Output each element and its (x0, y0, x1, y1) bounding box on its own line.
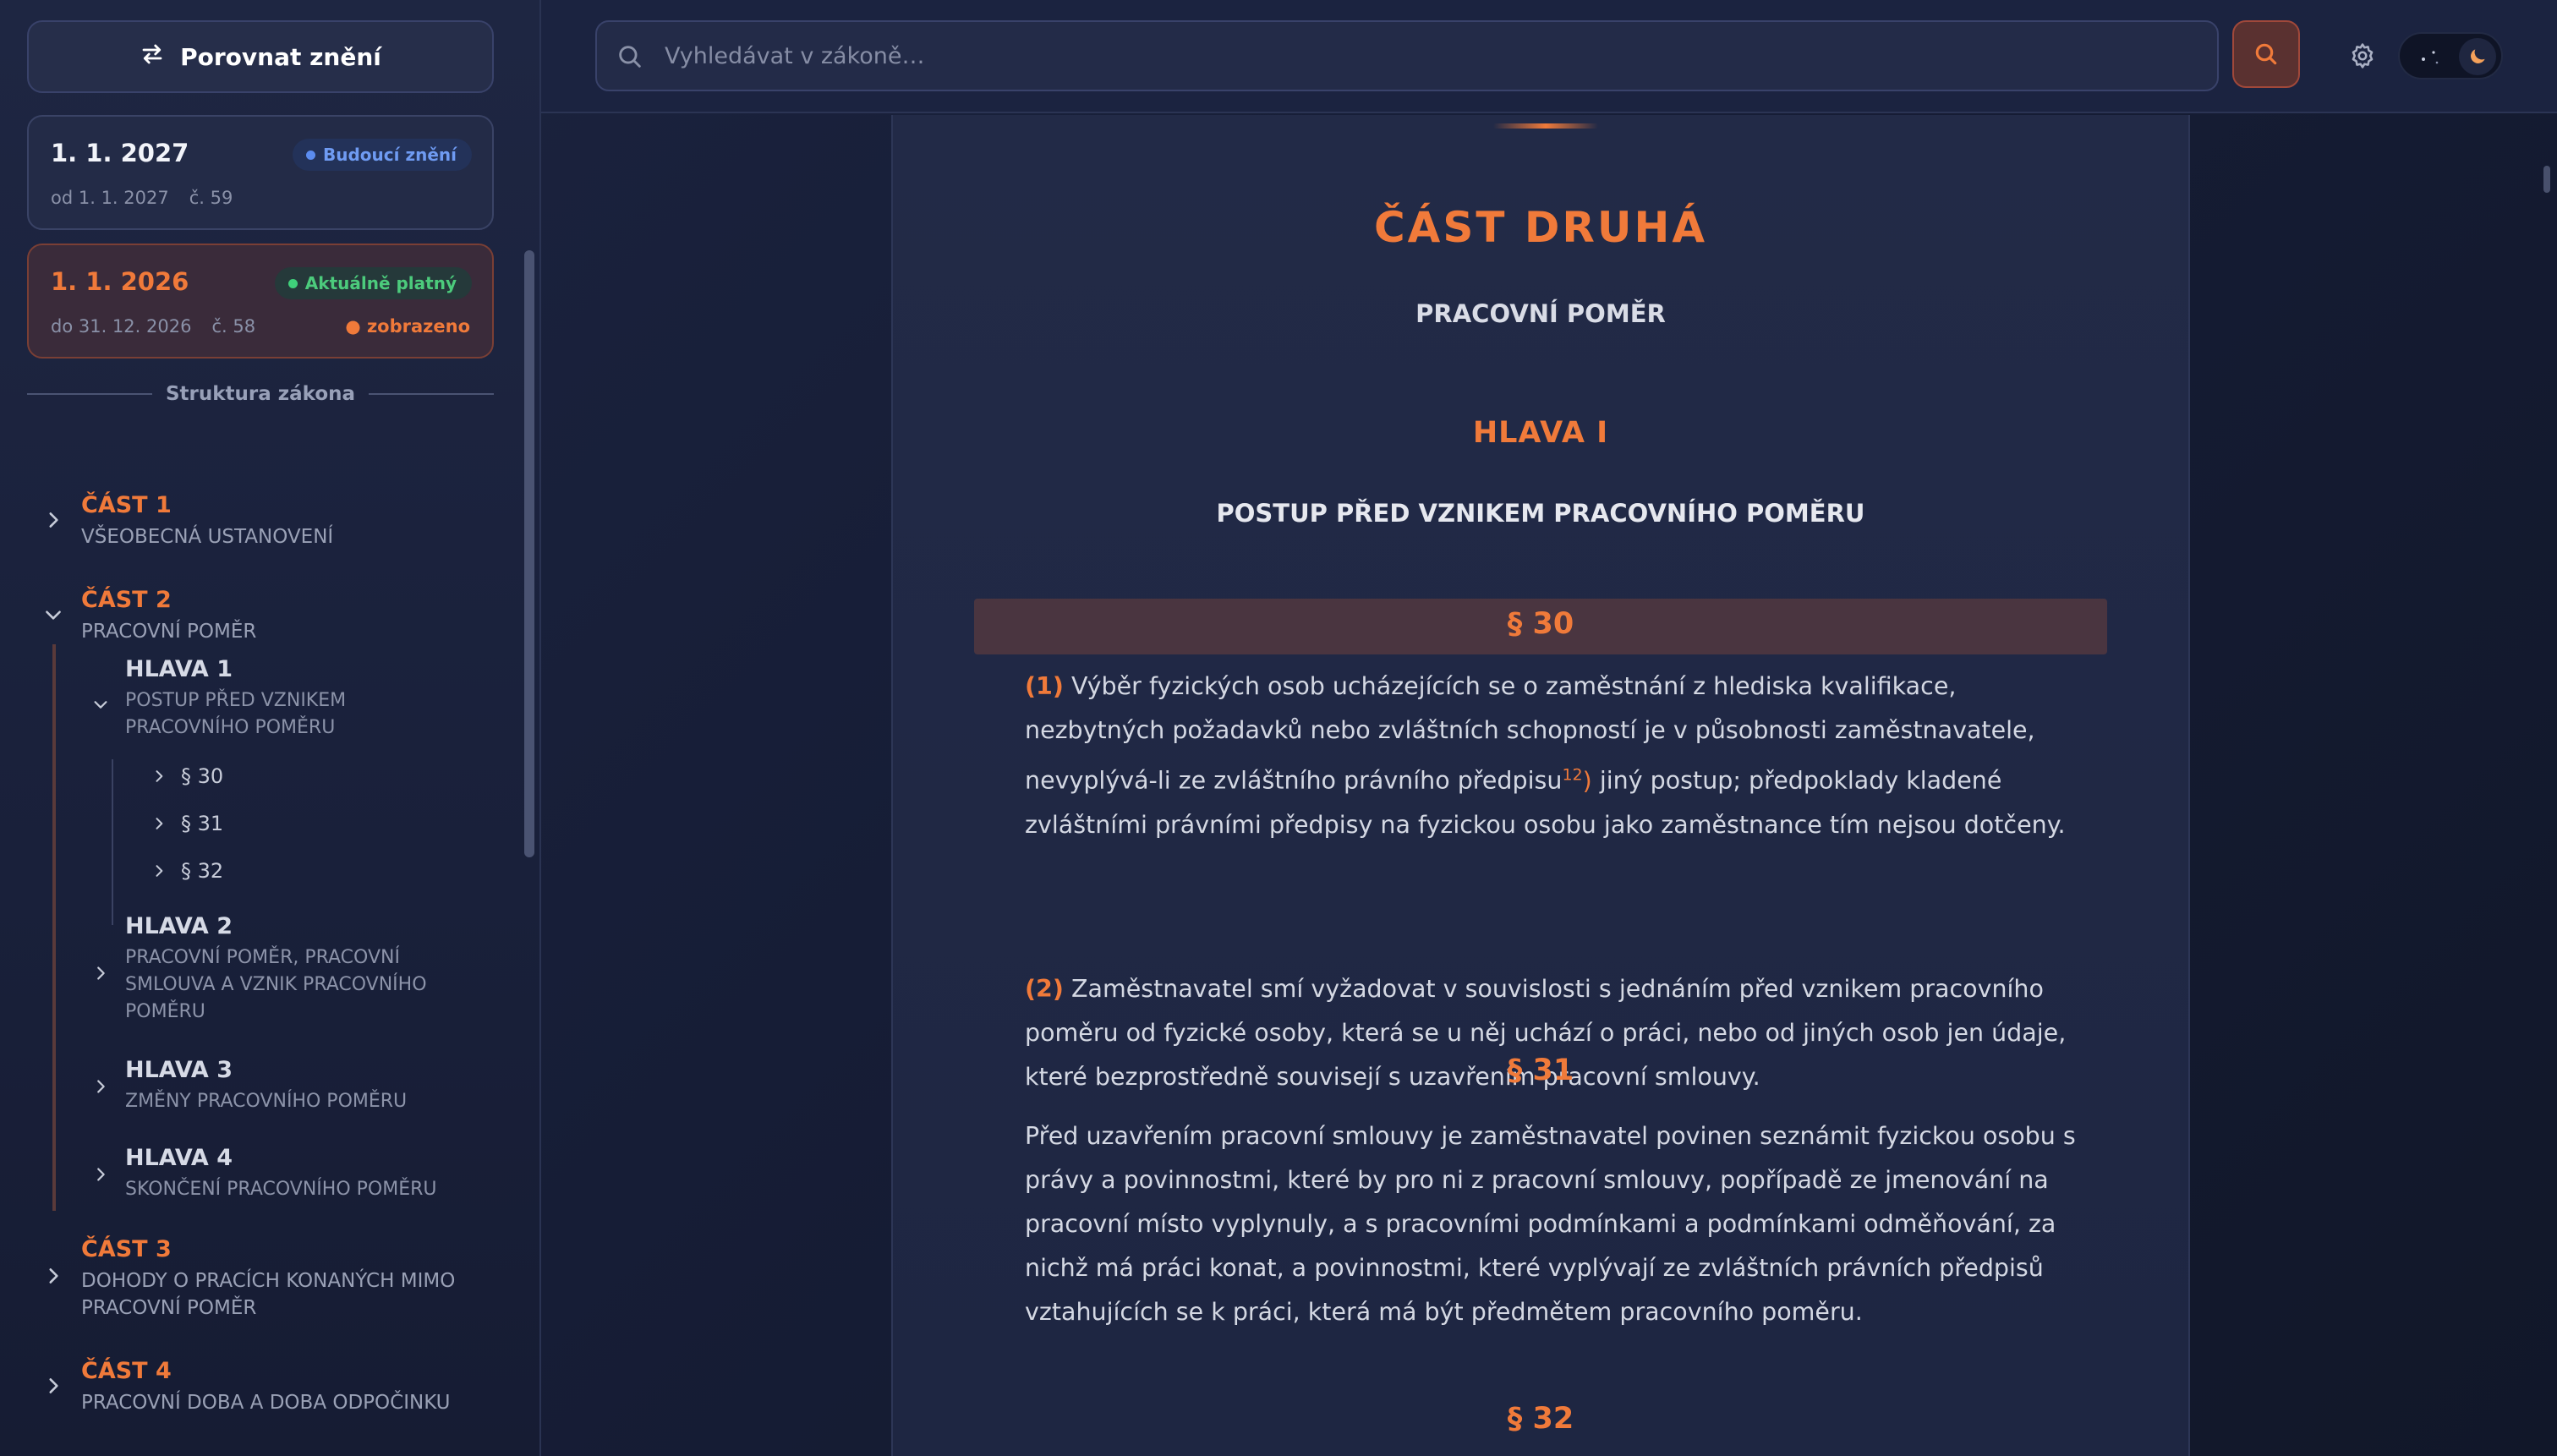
tree-head-title: HLAVA 2 (125, 913, 233, 939)
swap-arrows-icon (140, 41, 165, 73)
head-heading: HLAVA I (1472, 416, 1609, 450)
stars-icon (2422, 51, 2439, 64)
version-meta: od 1. 1. 2027 č. 59 (51, 188, 233, 208)
chevron-right-icon[interactable] (151, 768, 167, 785)
tree-part-title: ČÁST 1 (81, 492, 172, 518)
section-32-title: § 32 (1507, 1402, 1574, 1436)
search-icon (2255, 43, 2277, 65)
chevron-right-icon[interactable] (42, 1265, 64, 1287)
structure-label: Struktura zákona (165, 383, 356, 405)
theme-toggle[interactable] (2398, 32, 2503, 79)
tree-part-subtitle-line: DOHODY O PRACÍCH KONANÝCH MIMO (81, 1270, 456, 1292)
version-date: 1. 1. 2026 (51, 267, 189, 296)
sidebar-scrollbar[interactable] (524, 250, 534, 857)
search-icon (619, 46, 641, 68)
section-30-title: § 30 (1507, 607, 1574, 641)
tree-section-label: § 32 (181, 859, 224, 883)
law-document: ČÁST DRUHÁ PRACOVNÍ POMĚR HLAVA I POSTUP… (891, 115, 2190, 1456)
section-31-paragraph: Před uzavřením pracovní smlouvy je zaměs… (1025, 1122, 2076, 1326)
tree-section-label: § 31 (181, 812, 224, 835)
chevron-right-icon[interactable] (91, 964, 110, 983)
footnote-number: 12 (1562, 765, 1583, 784)
divider-line (369, 393, 494, 395)
head-subheading: POSTUP PŘED VZNIKEM PRACOVNÍHO POMĚRU (1216, 499, 1865, 528)
sidebar: Porovnat znění 1. 1. 2027 Budoucí znění … (0, 0, 541, 1456)
chevron-right-icon[interactable] (42, 1375, 64, 1397)
tree-head-subtitle-line: POSTUP PŘED VZNIKEM (125, 690, 347, 711)
tree-part-subtitle: PRACOVNÍ DOBA A DOBA ODPOČINKU (81, 1392, 451, 1414)
version-date: 1. 1. 2027 (51, 139, 189, 167)
section-30-highlight: § 30 (974, 599, 2107, 654)
chevron-right-icon[interactable] (91, 1165, 110, 1184)
structure-divider: Struktura zákona (27, 380, 494, 408)
topbar (541, 0, 2557, 113)
search-button[interactable] (2232, 20, 2300, 88)
tree-head-subtitle: SKONČENÍ PRACOVNÍHO POMĚRU (125, 1179, 437, 1200)
compare-versions-label: Porovnat znění (180, 42, 381, 71)
tree-part-title: ČÁST 2 (81, 587, 172, 613)
version-meta: do 31. 12. 2026 č. 58 (51, 316, 255, 337)
part-subheading: PRACOVNÍ POMĚR (1415, 299, 1666, 328)
compare-versions-button[interactable]: Porovnat znění (27, 20, 494, 93)
search-box[interactable] (595, 20, 2219, 91)
version-range: do 31. 12. 2026 (51, 316, 192, 337)
version-number: č. 58 (211, 316, 256, 337)
theme-toggle-knob (2459, 38, 2496, 75)
gear-icon (2352, 43, 2374, 68)
chevron-down-icon[interactable] (91, 695, 110, 714)
part-heading: ČÁST DRUHÁ (1373, 203, 1708, 252)
tree-part-title: ČÁST 3 (81, 1236, 172, 1262)
document-accent-bar (1493, 123, 1598, 129)
tree-part-subtitle: VŠEOBECNÁ USTANOVENÍ (81, 526, 334, 548)
tree-head-title: HLAVA 4 (125, 1145, 233, 1171)
footnote-reference[interactable]: 12) (1562, 765, 1592, 795)
tree-head-subtitle-line: PRACOVNÍHO POMĚRU (125, 717, 336, 738)
tree-rail-head-1 (112, 759, 113, 925)
version-card-current[interactable]: 1. 1. 2026 Aktuálně platný do 31. 12. 20… (27, 244, 494, 359)
status-badge-current: Aktuálně platný (274, 267, 472, 299)
tree-section-label: § 30 (181, 764, 224, 788)
tree-head-subtitle: POSTUP PŘED VZNIKEM PRACOVNÍHO POMĚRU (125, 687, 497, 742)
tree-part-subtitle: PRACOVNÍ POMĚR (81, 621, 257, 643)
chevron-right-icon[interactable] (151, 815, 167, 832)
tree-part-title: ČÁST 4 (81, 1358, 172, 1384)
paragraph-number: (1) (1025, 672, 1064, 700)
divider-line (27, 393, 152, 395)
settings-button[interactable] (2341, 34, 2385, 78)
chevron-right-icon[interactable] (91, 1077, 110, 1096)
paragraph-number: (2) (1025, 975, 1064, 1003)
status-badge-future: Budoucí znění (293, 139, 472, 171)
version-range: od 1. 1. 2027 (51, 188, 169, 208)
footnote-close: ) (1582, 766, 1592, 795)
shown-indicator: ● zobrazeno (345, 316, 470, 337)
tree-head-subtitle-line: SMLOUVA A VZNIK PRACOVNÍHO (125, 974, 427, 995)
document-scrollbar[interactable] (2543, 166, 2550, 193)
tree-part-subtitle-line: PRACOVNÍ POMĚR (81, 1297, 257, 1319)
chevron-right-icon[interactable] (151, 862, 167, 879)
tree-head-title: HLAVA 1 (125, 656, 233, 682)
moon-icon (2471, 49, 2485, 63)
tree-rail-part-2 (52, 644, 56, 1211)
version-number: č. 59 (189, 188, 233, 208)
tree-head-subtitle-line: POMĚRU (125, 1001, 205, 1022)
tree-part-subtitle: DOHODY O PRACÍCH KONANÝCH MIMO PRACOVNÍ … (81, 1267, 538, 1322)
tree-head-subtitle-line: PRACOVNÍ POMĚR, PRACOVNÍ (125, 947, 400, 968)
search-input[interactable] (665, 22, 2187, 90)
version-card-future[interactable]: 1. 1. 2027 Budoucí znění od 1. 1. 2027 č… (27, 115, 494, 230)
section-31-title: § 31 (1507, 1054, 1574, 1087)
tree-head-subtitle: PRACOVNÍ POMĚR, PRACOVNÍ SMLOUVA A VZNIK… (125, 944, 497, 1026)
tree-head-title: HLAVA 3 (125, 1057, 233, 1083)
chevron-down-icon[interactable] (42, 604, 64, 626)
section-30-paragraph-1: (1) Výběr fyzických osob ucházejících se… (1025, 665, 2082, 847)
chevron-right-icon[interactable] (42, 509, 64, 531)
tree-head-subtitle: ZMĚNY PRACOVNÍHO POMĚRU (125, 1091, 408, 1112)
